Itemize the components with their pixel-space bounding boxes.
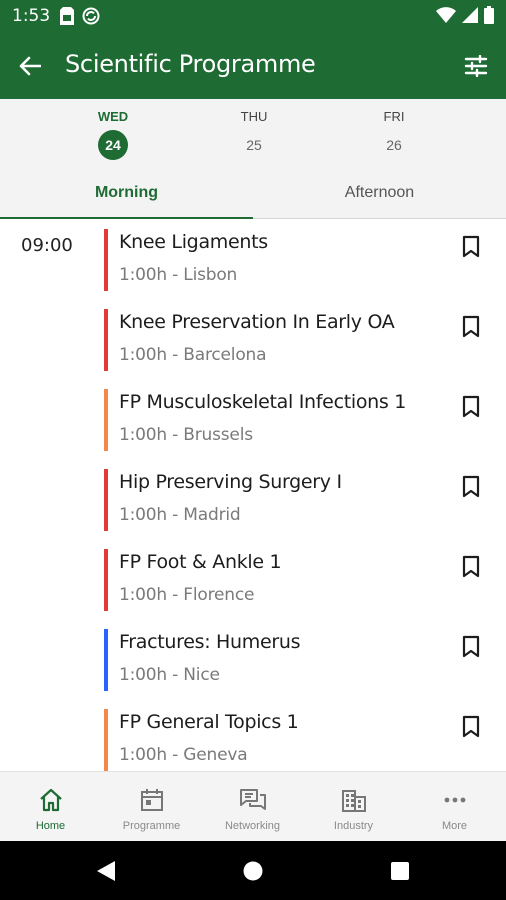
calendar-icon [140,789,163,811]
nav-home[interactable]: Home [0,772,101,842]
session-item[interactable]: Knee Preservation In Early OA 1:00h - Ba… [104,309,506,371]
status-bar: 1:53 [0,0,506,32]
day-fri[interactable]: FRI 26 [334,99,454,171]
session-item[interactable]: Fractures: Humerus 1:00h - Nice [104,629,506,691]
app-root: 1:53 Scientific Programme WED 24 THU 25 … [0,0,506,900]
filter-button[interactable] [460,50,492,82]
session-list[interactable]: 09:00 Knee Ligaments 1:00h - Lisbon Knee… [0,219,506,771]
circle-home-icon [243,861,263,881]
bookmark-icon [462,395,480,417]
session-title: Hip Preserving Surgery I [119,471,342,493]
track-color-bar [104,389,108,451]
page-title: Scientific Programme [65,50,316,78]
session-title: Fractures: Humerus [119,631,301,653]
session-title: FP General Topics 1 [119,711,299,733]
bookmark-icon [462,555,480,577]
tab-morning[interactable]: Morning [0,171,253,219]
nav-programme[interactable]: Programme [101,772,202,842]
battery-icon [484,6,494,24]
day-name: FRI [383,109,405,124]
nav-label: Programme [122,820,181,832]
track-color-bar [104,709,108,771]
session-meta: 1:00h - Barcelona [119,345,267,365]
nav-label: Networking [224,820,281,832]
session-meta: 1:00h - Florence [119,585,255,605]
nav-label: Home [35,820,66,832]
bookmark-icon [462,475,480,497]
bookmark-icon [462,635,480,657]
app-bar: Scientific Programme [0,32,506,99]
bookmark-button[interactable] [458,391,484,421]
system-nav-bar [0,841,506,900]
day-name: WED [97,109,129,124]
building-icon [341,790,366,812]
session-title: Knee Preservation In Early OA [119,311,395,333]
sim-card-icon [60,7,74,25]
track-color-bar [104,549,108,611]
bookmark-button[interactable] [458,711,484,741]
tab-afternoon[interactable]: Afternoon [253,171,506,219]
wifi-icon [436,7,456,23]
bookmark-icon [462,315,480,337]
session-meta: 1:00h - Geneva [119,745,248,765]
day-wed[interactable]: WED 24 [53,99,173,171]
system-home-button[interactable] [241,859,265,883]
nav-label: More [441,820,468,832]
nav-industry[interactable]: Industry [303,772,404,842]
session-item[interactable]: FP Foot & Ankle 1 1:00h - Florence [104,549,506,611]
bookmark-button[interactable] [458,311,484,341]
nav-networking[interactable]: Networking [202,772,303,842]
system-recents-button[interactable] [388,859,412,883]
session-meta: 1:00h - Nice [119,665,220,685]
sync-icon [82,7,100,25]
nav-label: Industry [333,820,374,832]
day-number-selected: 24 [98,130,128,160]
signal-icon [462,7,478,23]
day-number: 26 [386,137,402,153]
arrow-left-icon [19,56,41,76]
session-item[interactable]: Knee Ligaments 1:00h - Lisbon [104,229,506,291]
session-item[interactable]: FP General Topics 1 1:00h - Geneva [104,709,506,771]
session-title: FP Foot & Ankle 1 [119,551,282,573]
track-color-bar [104,309,108,371]
bottom-navigation: Home Programme Networking Industry More [0,771,506,841]
session-tabs: Morning Afternoon [0,171,506,219]
session-item[interactable]: FP Musculoskeletal Infections 1 1:00h - … [104,389,506,451]
system-back-button[interactable] [94,859,118,883]
session-title: Knee Ligaments [119,231,268,253]
home-icon [39,788,62,812]
track-color-bar [104,469,108,531]
session-meta: 1:00h - Madrid [119,505,241,525]
session-title: FP Musculoskeletal Infections 1 [119,391,407,413]
day-thu[interactable]: THU 25 [194,99,314,171]
square-recents-icon [391,862,409,880]
track-color-bar [104,629,108,691]
track-color-bar [104,229,108,291]
day-number: 25 [246,137,262,153]
nav-more[interactable]: More [404,772,505,842]
triangle-back-icon [97,861,115,881]
chat-icon [239,789,266,810]
sliders-icon [464,55,488,77]
time-slot-label: 09:00 [21,235,73,256]
day-name: THU [240,109,268,124]
session-meta: 1:00h - Brussels [119,425,253,445]
back-button[interactable] [14,50,46,82]
day-selector: WED 24 THU 25 FRI 26 [0,99,506,171]
bookmark-icon [462,715,480,737]
bookmark-button[interactable] [458,631,484,661]
session-meta: 1:00h - Lisbon [119,265,238,285]
session-item[interactable]: Hip Preserving Surgery I 1:00h - Madrid [104,469,506,531]
bookmark-button[interactable] [458,471,484,501]
status-time: 1:53 [12,6,51,26]
more-icon [444,797,465,803]
bookmark-button[interactable] [458,551,484,581]
bookmark-icon [462,235,480,257]
bookmark-button[interactable] [458,231,484,261]
